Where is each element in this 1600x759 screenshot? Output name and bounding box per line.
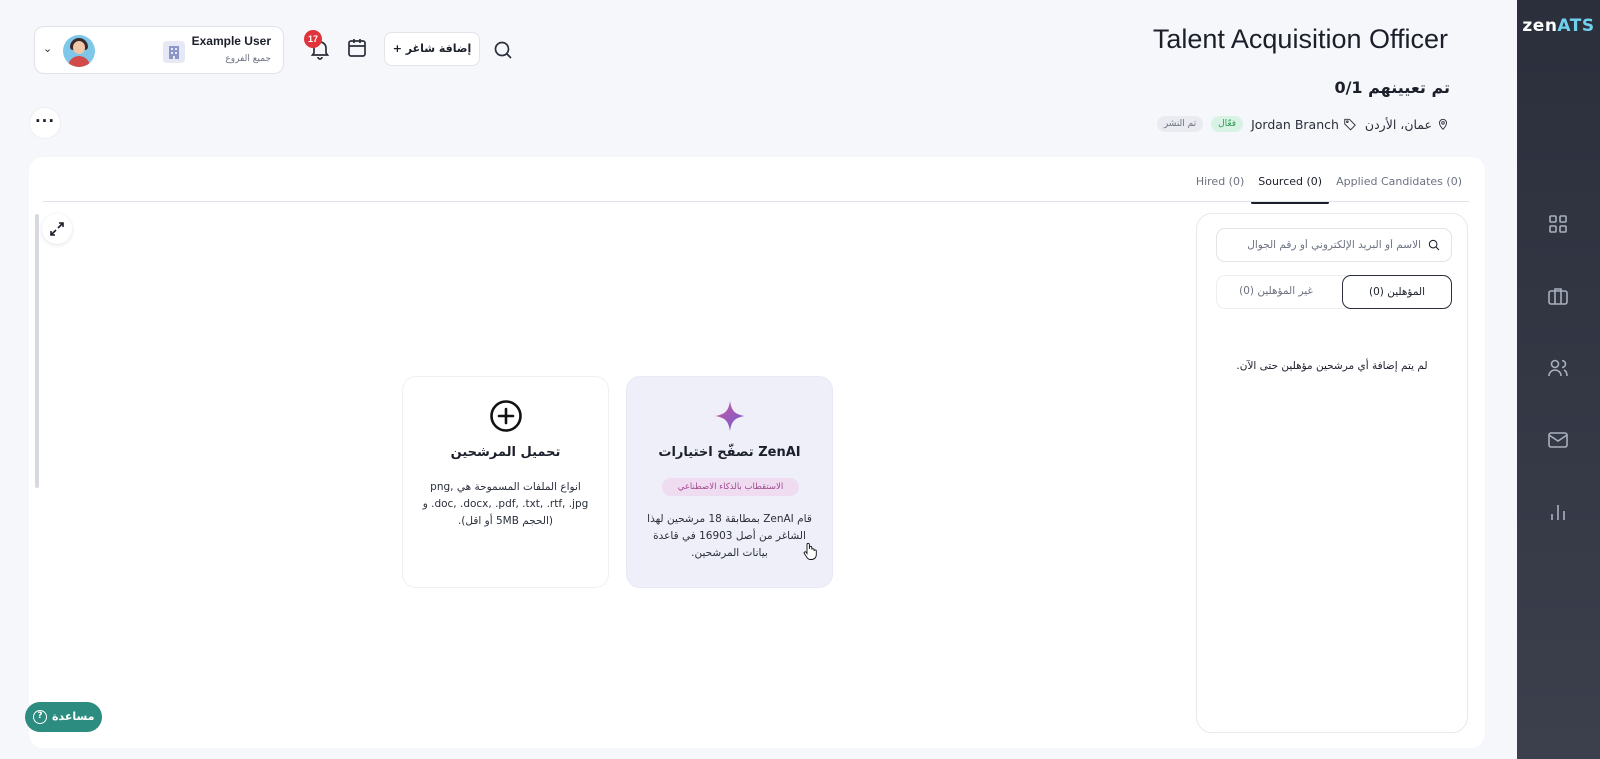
job-location: عمان، الأردن [1365,117,1450,132]
search-icon[interactable] [491,38,515,62]
bar-chart-icon[interactable] [1546,500,1570,524]
candidate-search[interactable] [1216,228,1452,262]
briefcase-icon[interactable] [1546,284,1570,308]
more-options-button[interactable]: ··· [29,107,61,139]
dashboard-grid-icon[interactable] [1546,212,1570,236]
tab-unqualified[interactable]: غير المؤهلين (0) [1217,275,1335,309]
search-icon [1428,239,1440,251]
user-branch: جميع الفروع [225,54,271,64]
help-button[interactable]: ? مساعدة [25,702,102,732]
job-branch: Jordan Branch [1251,117,1357,132]
upload-candidates-card[interactable]: تحميل المرشحين انواع الملفات المسموحة هي… [402,376,609,588]
scrollbar[interactable] [35,214,39,488]
status-badge-published: تم النشر [1156,116,1204,132]
expand-button[interactable] [42,214,72,244]
tab-applied-candidates[interactable]: Applied Candidates (0) [1329,171,1469,203]
plus-circle-icon [490,400,522,432]
app-logo[interactable]: zenATS [1517,16,1600,36]
upload-card-title: تحميل المرشحين [450,445,561,460]
question-icon: ? [33,710,47,724]
qualified-candidates-panel: المؤهلين (0) غير المؤهلين (0) لم يتم إضا… [1196,213,1468,733]
mail-icon[interactable] [1546,428,1570,452]
avatar [63,35,95,67]
hired-count: 0/1 تم تعيينهم [1334,78,1450,97]
calendar-icon[interactable] [345,36,369,60]
tab-sourced[interactable]: Sourced (0) [1251,171,1329,204]
building-icon [163,41,185,63]
tag-icon [1344,118,1356,131]
candidates-panel: Applied Candidates (0) Sourced (0) Hired… [29,157,1485,748]
tab-qualified[interactable]: المؤهلين (0) [1342,275,1452,309]
users-icon[interactable] [1546,356,1570,380]
app-sidebar: zenATS [1517,0,1600,759]
candidate-tabs: Applied Candidates (0) Sourced (0) Hired… [1189,171,1469,204]
zenai-card-title: تصفّح اختيارات ZenAI [658,445,801,460]
ai-sourcing-badge: الاستقطاب بالذكاء الاصطناعي [662,478,799,496]
qualification-filter: المؤهلين (0) غير المؤهلين (0) [1216,275,1452,309]
expand-icon [50,222,64,236]
zenai-card-description: قام ZenAI بمطابقة 18 مرشحين لهذا الشاغر … [647,513,812,559]
zenai-picks-card[interactable]: تصفّح اختيارات ZenAI الاستقطاب بالذكاء ا… [626,376,833,588]
search-input[interactable] [1225,229,1421,261]
user-switcher[interactable]: ⌄ Example User جميع الفروع [34,26,284,74]
status-badge-active: فعّال [1211,116,1244,132]
location-pin-icon [1439,118,1447,130]
notification-count-badge: 17 [304,30,322,48]
upload-card-description: انواع الملفات المسموحة هي png, .doc, .do… [422,481,589,527]
tab-divider [43,201,1469,202]
empty-state-message: لم يتم إضافة أي مرشحين مؤهلين حتى الآن. [1236,360,1428,372]
job-title: Talent Acquisition Officer [1152,24,1448,54]
sparkle-icon [715,401,745,431]
user-name: Example User [191,34,271,48]
job-meta: عمان، الأردن Jordan Branch فعّال تم النش… [1156,114,1450,134]
chevron-down-icon[interactable]: ⌄ [43,42,52,55]
hand-cursor-icon [803,542,817,560]
add-job-button[interactable]: + إضافة شاغر [384,32,480,66]
tab-hired[interactable]: Hired (0) [1189,171,1251,203]
